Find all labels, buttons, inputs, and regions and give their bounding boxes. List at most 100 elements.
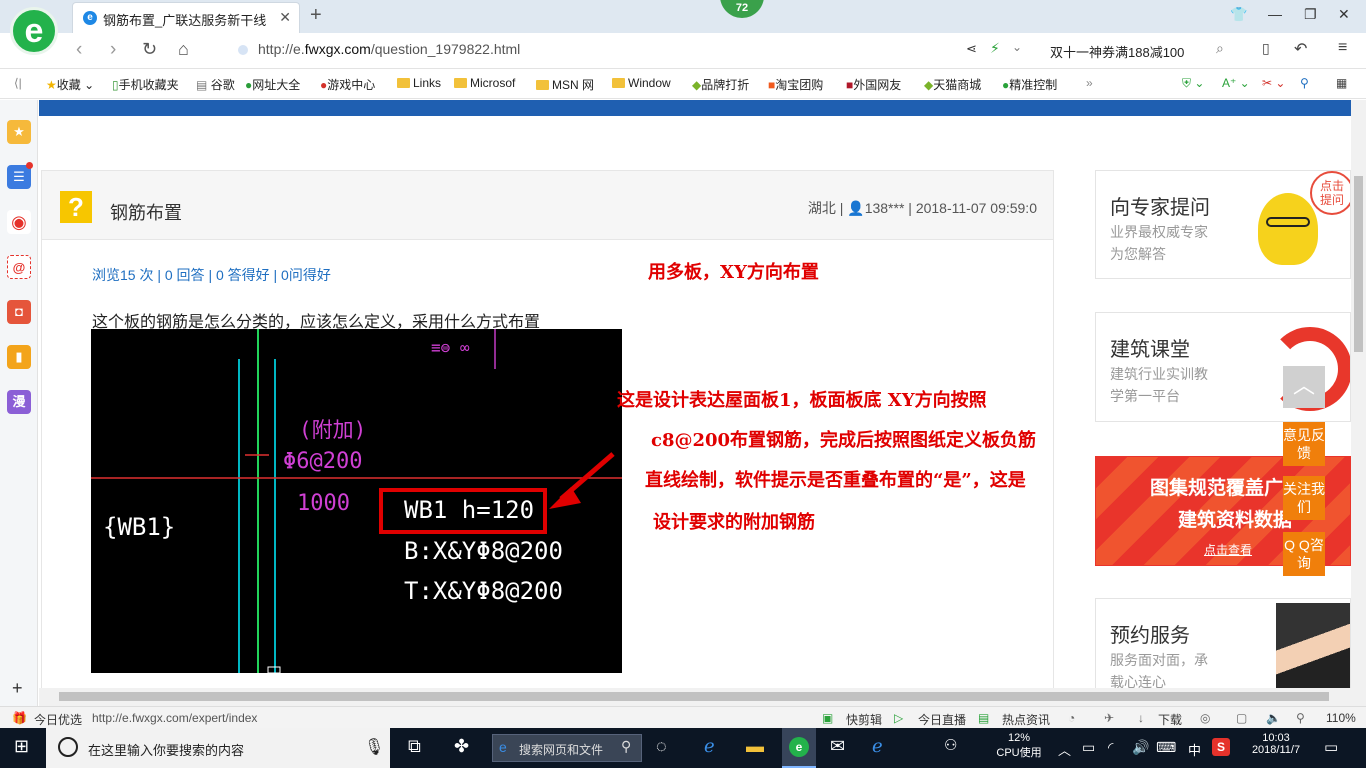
more-favorites-icon[interactable]: » [1086,76,1093,90]
favorites-star-icon[interactable]: ★ [7,120,31,144]
browser-search-input[interactable]: 搜索网页和文件 [519,741,603,758]
mail-icon[interactable]: @ [7,255,31,279]
vertical-scrollbar[interactable] [1351,100,1366,706]
translate-icon[interactable]: A⁺ ⌄ [1222,76,1250,90]
weibo-icon[interactable]: ◉ [7,210,31,234]
people-icon[interactable]: ⚇ [944,736,957,754]
chevron-down-icon[interactable]: ⌄ [1012,40,1022,54]
minimize-button[interactable]: — [1268,6,1282,22]
windows-start-icon[interactable]: ⊞ [14,736,29,757]
microphone-icon[interactable]: 🎙 [364,737,384,757]
score-badge[interactable]: 72 [720,0,764,18]
vertical-scroll-thumb[interactable] [1354,176,1363,352]
pin-icon[interactable]: ✈ [1104,711,1114,725]
close-tab-icon[interactable]: ✕ [279,9,291,26]
forward-icon[interactable]: › [110,39,116,61]
daily-picks[interactable]: 今日优选 [34,711,82,728]
fav-tmall[interactable]: ◆天猫商城 [924,76,981,93]
edge-swirl-icon[interactable]: ◌ [656,736,667,757]
fav-foreign[interactable]: ■外国网友 [846,76,901,93]
browser-tab[interactable]: e 钢筋布置_广联达服务新干线 ✕ [72,2,300,33]
clock[interactable]: 10:03 2018/11/7 [1244,732,1308,756]
sogou-ime-icon[interactable]: S [1212,738,1230,756]
active-360-browser-tab[interactable]: e [782,728,816,768]
taskbar-search[interactable]: 在这里输入你要搜索的内容 🎙 [46,728,390,768]
fav-windows[interactable]: Window [612,76,671,90]
browser-search-box[interactable]: e 搜索网页和文件 ⚲ [492,734,642,762]
apps-grid-icon[interactable]: ▦ [1336,76,1347,90]
battery-icon[interactable]: ▭ [1082,739,1095,756]
new-tab-button[interactable]: + [310,4,322,27]
follow-us-button[interactable]: 关注我们 [1283,476,1325,520]
home-icon[interactable]: ⌂ [178,39,189,60]
fav-google[interactable]: ▤ 谷歌 [196,76,235,93]
game-controller-icon[interactable]: ◘ [7,300,31,324]
fav-precise-control[interactable]: ●精准控制 [1002,76,1057,93]
window-icon[interactable]: ▢ [1236,711,1247,725]
search-promo-text[interactable]: 双十一神券满188减100 [1050,42,1184,61]
internet-explorer-icon[interactable]: ℯ [704,736,715,757]
zoom-icon[interactable]: ⚲ [1296,711,1305,725]
booking-service-box[interactable]: 预约服务 服务面对面，承 载心连心 [1095,598,1351,688]
ime-indicator[interactable]: 中 [1188,740,1201,759]
speed-icon[interactable]: ◔ [1068,711,1075,725]
feedback-button[interactable]: 意见反馈 [1283,422,1325,466]
question-stats[interactable]: 浏览15 次 | 0 回答 | 0 答得好 | 0问得好 [92,265,331,285]
phone-icon[interactable]: ▯ [1262,40,1270,57]
close-window-button[interactable]: ✕ [1338,6,1350,23]
menu-icon[interactable]: ≡ [1338,39,1347,57]
hot-news[interactable]: 热点资讯 [1002,711,1050,728]
downloads[interactable]: 下载 [1158,711,1182,728]
fav-microsoft[interactable]: Microsof [454,76,515,90]
file-explorer-icon[interactable]: ▬ [746,736,764,757]
horizontal-scrollbar[interactable] [39,688,1351,706]
back-to-top-button[interactable]: ︿ [1283,366,1325,408]
fav-url-directory[interactable]: ●网址大全 [245,76,300,93]
shirt-icon[interactable]: 👕 [1230,6,1247,23]
horizontal-scroll-thumb[interactable] [59,692,1329,701]
search-icon[interactable]: ⚲ [621,738,631,755]
add-sidebar-item-icon[interactable]: + [12,678,23,699]
edge-icon[interactable]: ℯ [872,736,883,757]
favorites-menu[interactable]: ★收藏 ⌄ [46,76,94,93]
lightning-icon[interactable]: ⚡ [990,40,1000,57]
wifi-icon[interactable]: ◜ [1108,739,1113,756]
shield-icon[interactable]: ⛨ ⌄ [1182,76,1204,91]
pinwheel-icon[interactable]: ✤ [454,736,469,757]
today-live[interactable]: 今日直播 [918,711,966,728]
search-icon[interactable]: ⌕ [1216,40,1224,57]
collapse-sidebar-icon[interactable]: ⟨| [14,76,22,90]
cpu-usage[interactable]: 12% CPU使用 [994,732,1044,760]
browser-logo-icon[interactable]: e [10,7,58,55]
browser-mini-icon[interactable]: ◎ [1200,711,1210,725]
fav-brand-discount[interactable]: ◆品牌打折 [692,76,749,93]
share-icon[interactable]: ⋖ [966,41,977,57]
taskbar-search-input[interactable]: 在这里输入你要搜索的内容 [88,740,244,759]
fav-taobao[interactable]: ■淘宝团购 [768,76,823,93]
refresh-icon[interactable]: ↻ [142,39,157,60]
fav-game-center[interactable]: ●游戏中心 [320,76,375,93]
restore-button[interactable]: ❐ [1304,6,1317,23]
banner-view-button[interactable]: 点击查看 [1204,541,1252,558]
click-ask-bubble[interactable]: 点击提问 [1310,171,1350,215]
comic-icon[interactable]: 漫 [7,390,31,414]
novel-book-icon[interactable]: ▮ [7,345,31,369]
mail-icon[interactable]: ✉ [830,736,845,757]
keyboard-icon[interactable]: ⌨ [1156,739,1176,756]
tray-expand-icon[interactable]: ︿ [1058,740,1071,759]
fav-msn[interactable]: MSN 网 [536,76,594,93]
magnifier-icon[interactable]: ⚲ [1300,76,1309,90]
undo-icon[interactable]: ↶ [1294,39,1307,59]
notifications-icon[interactable]: ▭ [1324,738,1338,756]
volume-icon[interactable]: 🔊 [1132,739,1149,756]
fav-mobile[interactable]: ▯手机收藏夹 [112,76,179,93]
zoom-level[interactable]: 110% [1326,711,1356,725]
task-view-icon[interactable]: ⧉ [408,736,421,757]
qq-consult-button[interactable]: Q Q咨询 [1283,532,1325,576]
sound-icon[interactable]: 🔈 [1266,711,1281,725]
back-icon[interactable]: ‹ [76,39,82,61]
quick-clip[interactable]: 快剪辑 [846,711,882,728]
ask-expert-box[interactable]: 向专家提问 业界最权威专家 为您解答 点击提问 [1095,170,1351,279]
fav-links[interactable]: Links [397,76,441,90]
scissors-icon[interactable]: ✂ ⌄ [1262,76,1285,90]
